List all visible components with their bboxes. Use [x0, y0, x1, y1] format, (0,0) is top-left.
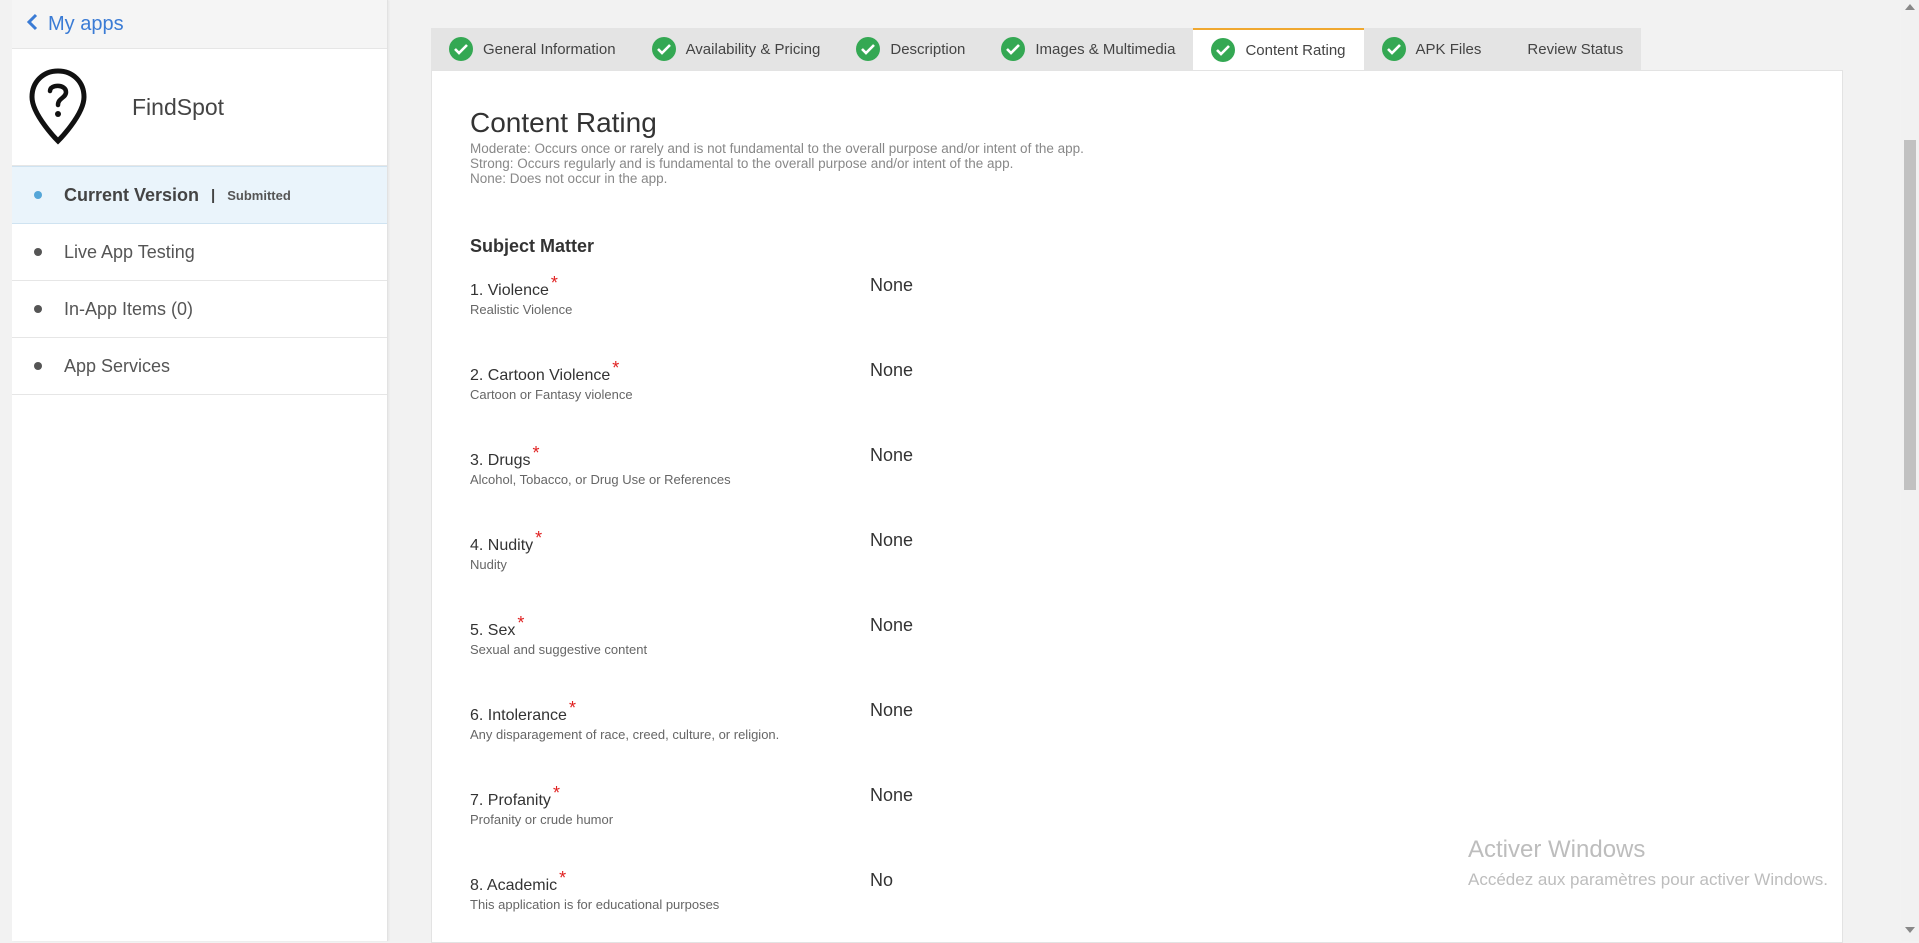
question-subtitle: Realistic Violence: [470, 302, 573, 317]
tab-label: Availability & Pricing: [685, 40, 821, 58]
sidebar-item-label: Current Version: [64, 184, 200, 205]
sidebar-item-live-app-testing[interactable]: Live App Testing: [12, 224, 387, 281]
page-title: Content Rating: [470, 107, 657, 138]
question-title: 8. Academic: [470, 877, 558, 894]
tab-label: General Information: [483, 40, 616, 58]
question-title: 1. Violence: [470, 282, 549, 299]
bullet-icon: [34, 362, 42, 370]
question-subtitle: Nudity: [470, 557, 507, 572]
bullet-icon: [34, 248, 42, 256]
tab-label: Description: [890, 40, 966, 58]
sidebar-item-label: In-App Items (0): [64, 298, 194, 319]
watermark-subtitle: Accédez aux paramètres pour activer Wind…: [1468, 870, 1828, 889]
tab-label: Content Rating: [1245, 41, 1346, 59]
question-nudity: 4. Nudity * Nudity None: [470, 528, 1770, 594]
question-title: 4. Nudity: [470, 537, 534, 554]
tab-content-rating[interactable]: Content Rating: [1193, 28, 1364, 70]
question-subtitle: Alcohol, Tobacco, or Drug Use or Referen…: [470, 472, 731, 487]
sidebar: My apps FindSpot Current Version | Submi…: [12, 0, 388, 941]
sidebar-item-in-app-items[interactable]: In-App Items (0): [12, 281, 387, 338]
tab-apk-files[interactable]: APK Files: [1364, 28, 1500, 70]
legend-moderate: Moderate: Occurs once or rarely and is n…: [470, 141, 1084, 156]
tab-availability-pricing[interactable]: Availability & Pricing: [634, 28, 839, 70]
check-circle-icon: [651, 37, 676, 61]
check-circle-icon: [1001, 37, 1026, 61]
status-badge: Submitted: [227, 187, 291, 203]
back-to-my-apps-link[interactable]: My apps: [12, 0, 387, 49]
scroll-down-arrow-icon[interactable]: [1905, 927, 1915, 933]
question-intolerance: 6. Intolerance * Any disparagement of rac…: [470, 698, 1770, 764]
answer-value[interactable]: None: [870, 700, 913, 721]
question-title: 7. Profanity: [470, 792, 551, 809]
answer-value[interactable]: None: [870, 785, 913, 806]
tab-label: Review Status: [1527, 40, 1624, 58]
answer-value[interactable]: None: [870, 615, 913, 636]
sidebar-item-label: App Services: [64, 355, 171, 376]
watermark-title: Activer Windows: [1468, 836, 1646, 863]
separator: |: [211, 186, 216, 204]
required-marker: *: [612, 358, 620, 378]
question-subtitle: This application is for educational purp…: [470, 897, 720, 912]
check-circle-icon: [1211, 38, 1236, 62]
check-circle-icon: [449, 37, 473, 61]
question-subtitle: Any disparagement of race, creed, cultur…: [470, 727, 780, 742]
tab-label: APK Files: [1415, 40, 1482, 58]
question-subtitle: Sexual and suggestive content: [470, 642, 648, 657]
question-title: 6. Intolerance: [470, 707, 567, 724]
bullet-icon: [34, 191, 42, 199]
legend-none: None: Does not occur in the app.: [470, 171, 668, 186]
answer-value[interactable]: None: [870, 360, 913, 381]
legend-strong: Strong: Occurs regularly and is fundamen…: [470, 156, 1014, 171]
question-title: 3. Drugs: [470, 452, 531, 469]
section-title: Subject Matter: [470, 236, 595, 256]
question-title: 2. Cartoon Violence: [470, 367, 611, 384]
chevron-left-icon: [26, 13, 38, 35]
location-question-icon: [28, 67, 88, 147]
windows-activation-watermark: Activer Windows Accédez aux paramètres p…: [1468, 836, 1828, 890]
required-marker: *: [517, 613, 525, 633]
check-circle-icon: [1381, 37, 1406, 61]
question-violence: 1. Violence * Realistic Violence None: [470, 273, 1770, 339]
question-cartoon-violence: 2. Cartoon Violence * Cartoon or Fantasy …: [470, 358, 1770, 424]
sidebar-item-label: Live App Testing: [64, 241, 195, 262]
answer-value[interactable]: None: [870, 275, 913, 296]
question-subtitle: Cartoon or Fantasy violence: [470, 387, 633, 402]
required-marker: *: [568, 698, 576, 718]
required-marker: *: [550, 273, 558, 293]
vertical-scrollbar[interactable]: [1901, 0, 1919, 941]
sidebar-item-current-version[interactable]: Current Version | Submitted: [12, 166, 387, 224]
app-name: FindSpot: [132, 93, 225, 120]
question-subtitle: Profanity or crude humor: [470, 812, 614, 827]
tab-label: Images & Multimedia: [1035, 40, 1176, 58]
question-title: 5. Sex: [470, 622, 516, 639]
sidebar-item-app-services[interactable]: App Services: [12, 338, 387, 395]
answer-value[interactable]: None: [870, 530, 913, 551]
answer-value[interactable]: No: [870, 870, 893, 891]
tab-description[interactable]: Description: [838, 28, 983, 70]
rating-legend: Moderate: Occurs once or rarely and is n…: [470, 141, 1084, 186]
question-sex: 5. Sex * Sexual and suggestive content No…: [470, 613, 1770, 679]
required-marker: *: [552, 783, 560, 803]
required-marker: *: [532, 443, 540, 463]
bullet-icon: [34, 305, 42, 313]
scroll-up-arrow-icon[interactable]: [1905, 4, 1915, 10]
tab-bar: General Information Availability & Prici…: [431, 28, 1642, 70]
tab-review-status[interactable]: Review Status: [1499, 28, 1641, 70]
check-circle-icon: [856, 37, 881, 61]
required-marker: *: [559, 868, 567, 888]
tab-general-information[interactable]: General Information: [431, 28, 634, 70]
question-drugs: 3. Drugs * Alcohol, Tobacco, or Drug Use …: [470, 443, 1770, 509]
app-header: FindSpot: [12, 49, 387, 166]
tab-images-multimedia[interactable]: Images & Multimedia: [983, 28, 1193, 70]
content-rating-panel: Content Rating Moderate: Occurs once or …: [431, 70, 1843, 943]
back-link-label: My apps: [48, 12, 124, 35]
answer-value[interactable]: None: [870, 445, 913, 466]
required-marker: *: [535, 528, 543, 548]
scrollbar-thumb[interactable]: [1904, 140, 1916, 490]
